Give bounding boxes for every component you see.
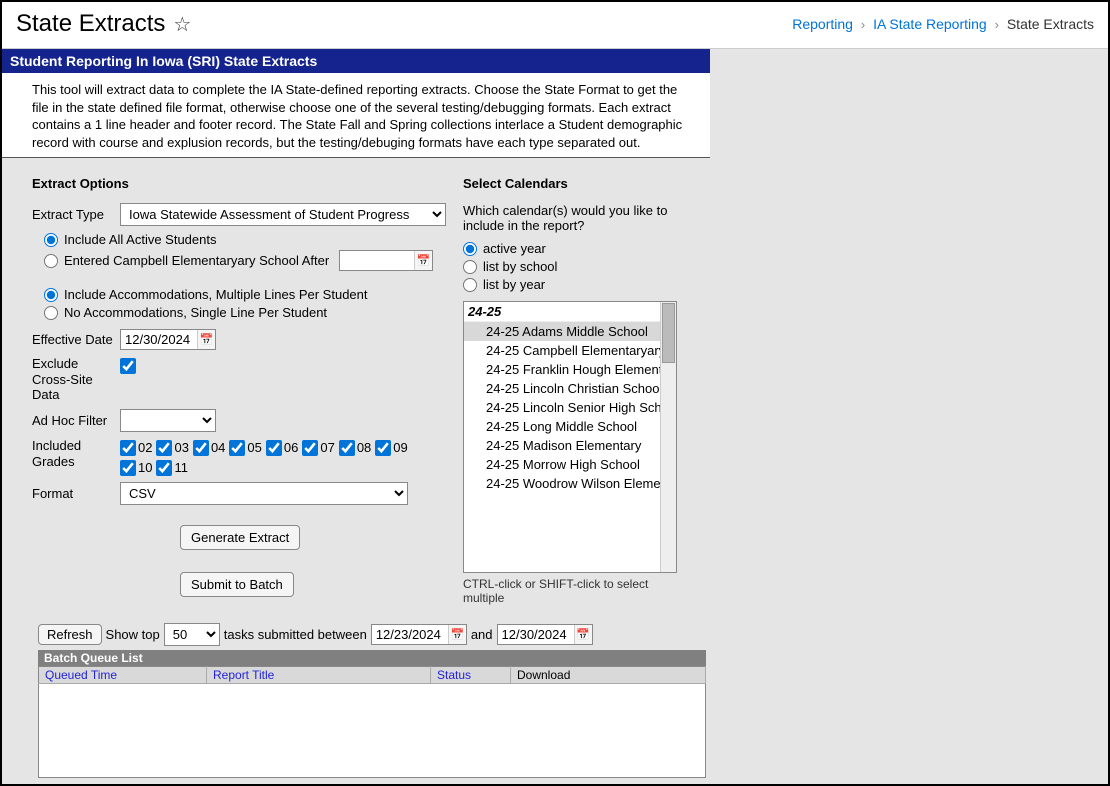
grade-label: 10 (138, 460, 152, 475)
grade-label: 06 (284, 440, 298, 455)
batch-queue-body (38, 684, 706, 778)
list-by-school-label: list by school (483, 259, 557, 274)
effective-date-label: Effective Date (32, 332, 120, 347)
effective-date-input[interactable] (121, 330, 197, 349)
panel-title-bar: Student Reporting In Iowa (SRI) State Ex… (2, 49, 710, 73)
chevron-right-icon: › (861, 17, 865, 32)
scrollbar[interactable] (660, 302, 676, 572)
col-queued-time[interactable]: Queued Time (45, 668, 117, 682)
grade-label: 03 (174, 440, 188, 455)
entered-after-radio[interactable] (44, 254, 58, 268)
format-select[interactable]: CSV (120, 482, 408, 505)
no-accom-label: No Accommodations, Single Line Per Stude… (64, 305, 327, 320)
calendar-icon[interactable]: 📅 (574, 625, 592, 644)
and-label: and (471, 627, 493, 642)
grade-label: 02 (138, 440, 152, 455)
extract-options-header: Extract Options (32, 176, 457, 191)
chevron-right-icon: › (995, 17, 999, 32)
breadcrumb: Reporting › IA State Reporting › State E… (792, 16, 1094, 32)
show-top-label: Show top (106, 627, 160, 642)
list-by-year-radio[interactable] (463, 278, 477, 292)
active-year-radio[interactable] (463, 242, 477, 256)
calendar-item[interactable]: 24-25 Madison Elementary (464, 436, 676, 455)
grade-04-checkbox[interactable] (193, 440, 209, 456)
entered-after-date-input[interactable] (340, 251, 414, 270)
calendar-icon[interactable]: 📅 (197, 330, 215, 349)
refresh-button[interactable]: Refresh (38, 624, 102, 645)
col-report-title[interactable]: Report Title (213, 668, 274, 682)
batch-date-from-input[interactable] (372, 625, 448, 644)
calendar-item[interactable]: 24-25 Adams Middle School (464, 322, 676, 341)
grade-label: 08 (357, 440, 371, 455)
include-all-label: Include All Active Students (64, 232, 216, 247)
adhoc-filter-label: Ad Hoc Filter (32, 413, 120, 428)
show-top-select[interactable]: 50 (164, 623, 220, 646)
generate-extract-button[interactable]: Generate Extract (180, 525, 300, 550)
grade-09-checkbox[interactable] (375, 440, 391, 456)
active-year-label: active year (483, 241, 546, 256)
include-accom-radio[interactable] (44, 288, 58, 302)
page-title-text: State Extracts (16, 10, 165, 38)
calendar-item[interactable]: 24-25 Campbell Elementaryary School (464, 341, 676, 360)
grade-label: 07 (320, 440, 334, 455)
grade-label: 09 (393, 440, 407, 455)
calendar-item[interactable]: 24-25 Woodrow Wilson Elementary (464, 474, 676, 493)
calendar-icon[interactable]: 📅 (414, 251, 432, 270)
grade-06-checkbox[interactable] (266, 440, 282, 456)
grade-label: 05 (247, 440, 261, 455)
calendar-item[interactable]: 24-25 Lincoln Senior High School (464, 398, 676, 417)
exclude-cross-site-checkbox[interactable] (120, 358, 136, 374)
extract-type-label: Extract Type (32, 207, 120, 222)
grade-02-checkbox[interactable] (120, 440, 136, 456)
entered-after-label: Entered Campbell Elementaryary School Af… (64, 253, 329, 268)
grade-07-checkbox[interactable] (302, 440, 318, 456)
include-all-radio[interactable] (44, 233, 58, 247)
grade-10-checkbox[interactable] (120, 460, 136, 476)
grade-08-checkbox[interactable] (339, 440, 355, 456)
col-download: Download (517, 668, 570, 682)
no-accom-radio[interactable] (44, 306, 58, 320)
grade-03-checkbox[interactable] (156, 440, 172, 456)
batch-queue-table: Queued Time Report Title Status Download (38, 666, 706, 684)
grade-label: 11 (174, 460, 188, 475)
intro-text: This tool will extract data to complete … (2, 73, 710, 158)
calendar-item[interactable]: 24-25 Long Middle School (464, 417, 676, 436)
format-label: Format (32, 486, 120, 501)
submit-to-batch-button[interactable]: Submit to Batch (180, 572, 294, 597)
batch-queue-title: Batch Queue List (38, 650, 706, 666)
calendar-group-header: 24-25 (464, 302, 676, 322)
page-title: State Extracts ☆ (16, 10, 191, 38)
exclude-cross-site-label: Exclude Cross-Site Data (32, 356, 120, 403)
grades-group: 02 03 04 05 06 07 08 09 10 11 (120, 438, 420, 476)
calendar-listbox[interactable]: 24-25 24-25 Adams Middle School 24-25 Ca… (463, 301, 677, 573)
grade-05-checkbox[interactable] (229, 440, 245, 456)
header: State Extracts ☆ Reporting › IA State Re… (2, 2, 1108, 49)
grade-label: 04 (211, 440, 225, 455)
adhoc-filter-select[interactable] (120, 409, 216, 432)
calendars-question: Which calendar(s) would you like to incl… (463, 203, 680, 233)
breadcrumb-current: State Extracts (1007, 16, 1094, 32)
multiselect-hint: CTRL-click or SHIFT-click to select mult… (463, 577, 680, 605)
favorite-star-icon[interactable]: ☆ (173, 12, 191, 37)
select-calendars-header: Select Calendars (463, 176, 680, 191)
extract-type-select[interactable]: Iowa Statewide Assessment of Student Pro… (120, 203, 446, 226)
batch-date-to-input[interactable] (498, 625, 574, 644)
include-accom-label: Include Accommodations, Multiple Lines P… (64, 287, 368, 302)
calendar-icon[interactable]: 📅 (448, 625, 466, 644)
breadcrumb-reporting[interactable]: Reporting (792, 16, 853, 32)
calendar-item[interactable]: 24-25 Morrow High School (464, 455, 676, 474)
calendar-item[interactable]: 24-25 Franklin Hough Elementary (464, 360, 676, 379)
grade-11-checkbox[interactable] (156, 460, 172, 476)
breadcrumb-ia-state[interactable]: IA State Reporting (873, 16, 987, 32)
calendar-item[interactable]: 24-25 Lincoln Christian School (464, 379, 676, 398)
col-status[interactable]: Status (437, 668, 471, 682)
included-grades-label: Included Grades (32, 438, 120, 469)
list-by-school-radio[interactable] (463, 260, 477, 274)
tasks-between-label: tasks submitted between (224, 627, 367, 642)
list-by-year-label: list by year (483, 277, 545, 292)
panel-title: Student Reporting In Iowa (SRI) State Ex… (10, 53, 317, 69)
